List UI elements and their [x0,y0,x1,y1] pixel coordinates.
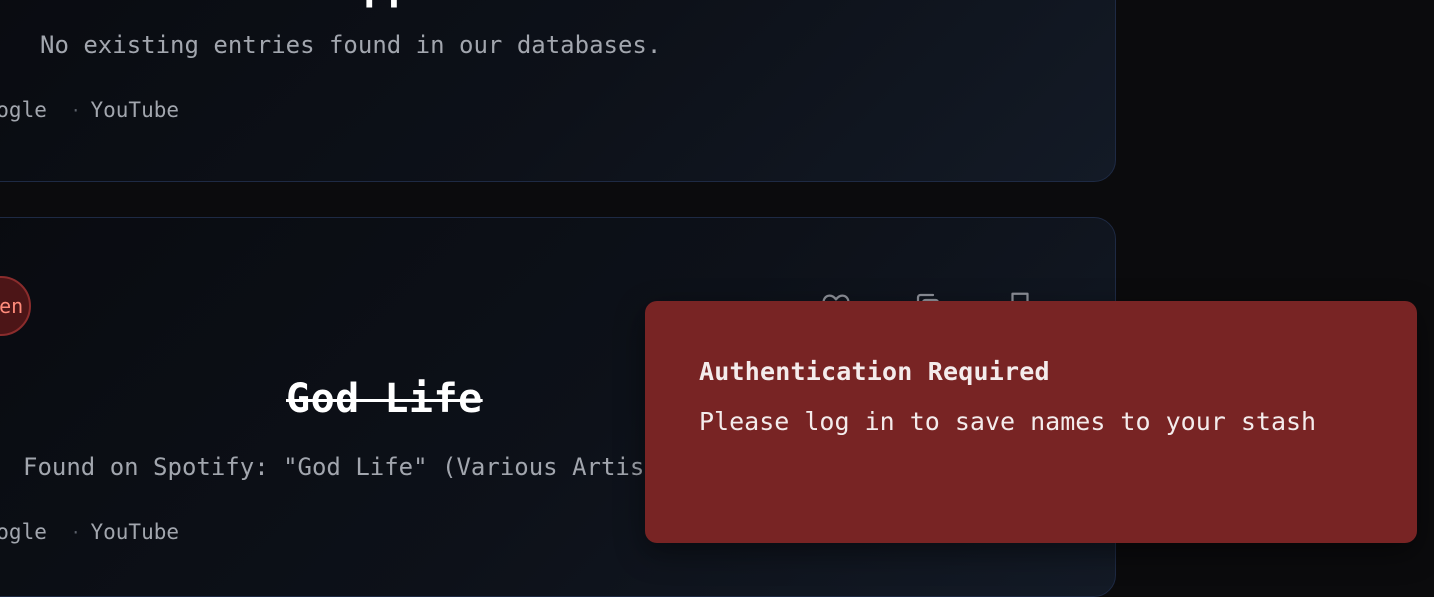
card-description: No existing entries found in our databas… [40,31,662,59]
card-title: God Life [286,376,483,422]
search-links: Google · YouTube [0,98,179,122]
card-description: Found on Spotify: "God Life" (Various Ar… [23,453,688,481]
link-separator: · [70,522,81,542]
google-link[interactable]: Google [0,98,47,122]
toast-message: Please log in to save names to your stas… [699,407,1317,436]
youtube-link[interactable]: YouTube [91,520,180,544]
youtube-link[interactable]: YouTube [91,98,180,122]
search-links: Google · YouTube [0,520,179,544]
toast-title: Authentication Required [699,357,1050,386]
card-title: Luck Apparent [216,0,536,9]
link-separator: · [70,100,81,120]
google-link[interactable]: Google [0,520,47,544]
auth-required-toast[interactable]: Authentication Required Please log in to… [645,301,1417,543]
name-card-luck-apparent: Luck Apparent No existing entries found … [0,0,1116,182]
status-badge: Taken [0,276,31,336]
